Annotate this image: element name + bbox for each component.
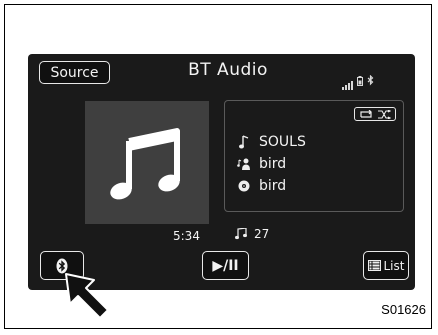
artist-row: bird [237,156,286,172]
artist-icon [237,158,251,170]
list-button-label: List [383,258,405,273]
list-icon [367,260,381,271]
album-icon [237,180,251,192]
source-button[interactable]: Source [39,61,110,84]
track-info-panel: SOULS bird bird [224,100,404,212]
source-button-label: Source [50,64,99,81]
album-name: bird [259,178,287,194]
elapsed-time: 5:34 [173,229,200,243]
track-note-icon [235,228,247,240]
music-note-icon [237,135,251,149]
signal-bars-icon [342,81,353,90]
bluetooth-icon [367,71,374,90]
song-title: SOULS [259,134,306,150]
album-art [85,101,209,224]
status-icons [342,71,374,90]
song-row: SOULS [237,134,306,150]
repeat-icon [360,109,372,118]
list-button[interactable]: List [363,251,409,280]
artist-name: bird [259,156,287,172]
pointer-arrow-icon [65,273,109,319]
head-unit-screen: Source BT Audio SOULS bird bird 5:34 27 … [28,54,415,290]
track-number-value: 27 [254,227,270,241]
repeat-shuffle-button[interactable] [354,107,396,121]
play-pause-button[interactable]: ▶/II [202,251,249,280]
figure-label: S01626 [381,302,426,317]
album-row: bird [237,178,286,194]
shuffle-icon [378,109,391,119]
track-number: 27 [235,227,269,241]
play-pause-label: ▶/II [212,257,239,274]
page-title: BT Audio [188,60,268,80]
battery-icon [357,71,363,90]
music-note-icon [110,128,180,200]
